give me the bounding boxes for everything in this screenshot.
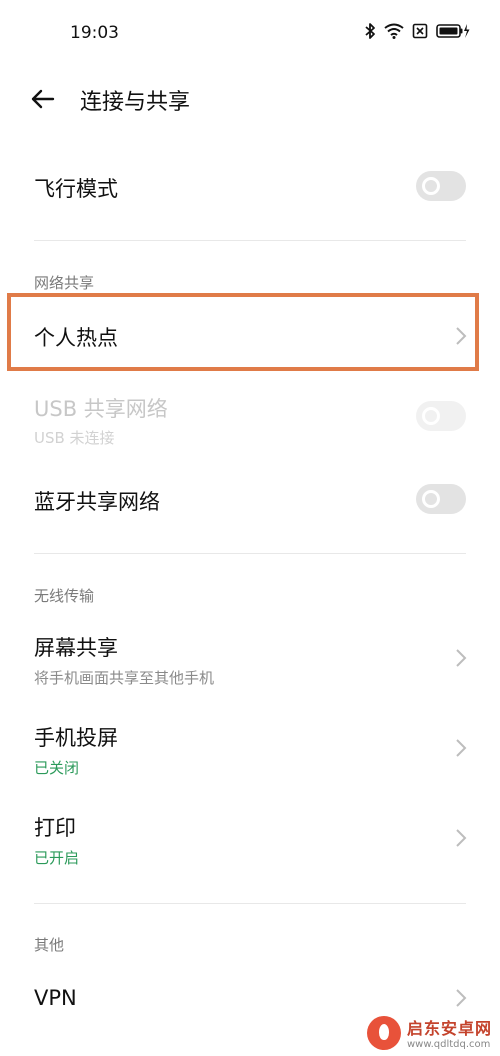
bt-tethering-toggle[interactable] <box>416 484 466 514</box>
usb-tethering-toggle <box>416 401 466 431</box>
airplane-mode-toggle[interactable] <box>416 171 466 201</box>
print-row[interactable]: 打印 已开启 <box>0 802 500 876</box>
bt-tethering-row[interactable]: 蓝牙共享网络 <box>0 468 500 530</box>
highlight-box <box>7 293 479 371</box>
usb-tethering-label: USB 共享网络 <box>34 397 168 421</box>
section-label-wireless-transfer: 无线传输 <box>34 587 95 605</box>
toggle-knob <box>422 490 440 508</box>
chevron-right-icon <box>456 829 467 847</box>
wifi-icon <box>384 23 404 39</box>
bluetooth-icon <box>365 23 375 39</box>
watermark-text: 启东安卓网 www.qdltdq.com <box>407 1015 492 1050</box>
page-title: 连接与共享 <box>80 90 191 115</box>
airplane-mode-label: 飞行模式 <box>34 177 118 201</box>
status-bar: 19:03 <box>0 0 500 66</box>
watermark: 启东安卓网 www.qdltdq.com <box>366 1015 492 1050</box>
arrow-left-icon <box>31 89 55 109</box>
screen-cast-row[interactable]: 手机投屏 已关闭 <box>0 712 500 786</box>
status-time: 19:03 <box>70 23 119 43</box>
print-label: 打印 <box>34 816 76 840</box>
divider <box>34 240 466 241</box>
screen-share-label: 屏幕共享 <box>34 636 118 660</box>
sim-off-icon <box>412 23 428 39</box>
vpn-label: VPN <box>34 986 77 1010</box>
screen-share-status: 将手机画面共享至其他手机 <box>34 669 215 687</box>
page-header: 连接与共享 <box>0 70 500 126</box>
usb-tethering-row: USB 共享网络 USB 未连接 <box>0 385 500 449</box>
status-icons <box>364 22 470 40</box>
screen-cast-status: 已关闭 <box>34 759 80 777</box>
divider <box>34 553 466 554</box>
chevron-right-icon <box>456 649 467 667</box>
back-button[interactable] <box>28 84 58 114</box>
watermark-url: www.qdltdq.com <box>406 1039 491 1050</box>
screen-share-row[interactable]: 屏幕共享 将手机画面共享至其他手机 <box>0 622 500 696</box>
airplane-mode-row[interactable]: 飞行模式 <box>0 155 500 217</box>
section-label-other: 其他 <box>34 936 65 954</box>
section-label-network-sharing: 网络共享 <box>34 274 95 292</box>
usb-tethering-status: USB 未连接 <box>34 429 115 447</box>
toggle-knob <box>422 407 440 425</box>
battery-charging-icon <box>436 24 470 38</box>
toggle-knob <box>422 177 440 195</box>
divider <box>34 903 466 904</box>
bt-tethering-label: 蓝牙共享网络 <box>34 490 160 514</box>
chevron-right-icon <box>456 739 467 757</box>
screen-cast-label: 手机投屏 <box>34 726 118 750</box>
watermark-name: 启东安卓网 <box>406 1019 492 1038</box>
watermark-logo-icon <box>366 1015 401 1050</box>
print-status: 已开启 <box>34 849 80 867</box>
chevron-right-icon <box>456 989 467 1007</box>
